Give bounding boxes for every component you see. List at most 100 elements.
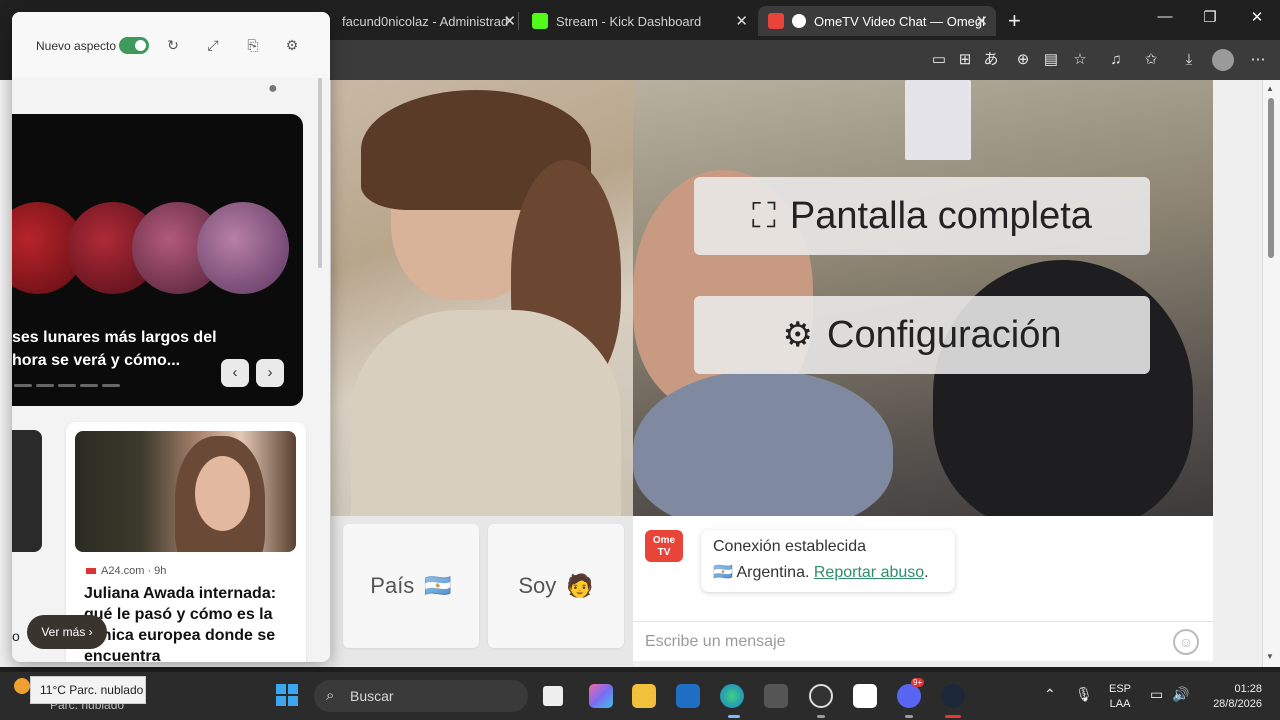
report-abuse-link[interactable]: Reportar abuso (814, 564, 924, 581)
translate-icon[interactable]: あ (981, 51, 1001, 69)
close-window-button[interactable]: ✕ (1237, 8, 1277, 26)
carousel-dot[interactable] (58, 384, 76, 387)
more-menu-icon[interactable]: ⋯ (1248, 51, 1268, 69)
source-text: A24.com · 9h (101, 565, 167, 577)
expand-icon[interactable]: ⤢ (204, 37, 222, 54)
fullscreen-button[interactable]: ⛶ Pantalla completa (694, 177, 1150, 255)
reader-icon[interactable]: ▤ (1041, 51, 1061, 69)
scroll-down-icon[interactable]: ▼ (1266, 652, 1274, 661)
profile-avatar[interactable] (1212, 49, 1234, 71)
download-icon[interactable]: ⤓ (1179, 51, 1199, 69)
user-icon[interactable]: ● (268, 80, 278, 98)
capcut-icon[interactable] (853, 684, 877, 708)
time: 01:28 (1234, 683, 1262, 695)
scroll-up-icon[interactable]: ▲ (1266, 84, 1274, 93)
country-label: País (370, 573, 415, 598)
settings-button[interactable]: ⚙ Configuración (694, 296, 1150, 374)
minimize-button[interactable]: — (1145, 8, 1185, 25)
country-name: Argentina. (736, 564, 810, 581)
prev-button[interactable]: ‹ (221, 359, 249, 387)
close-icon[interactable]: ✕ (975, 12, 988, 30)
keyboard-layout: LAA (1109, 698, 1131, 710)
file-explorer-icon[interactable] (632, 684, 656, 708)
favorites-icon[interactable]: ✩ (1141, 51, 1161, 69)
gear-icon[interactable]: ⚙ (283, 37, 301, 54)
media-icon[interactable]: ♫ (1106, 51, 1126, 69)
person-icon: 🧑 (566, 573, 594, 598)
news-sidebar: Nuevo aspecto ↻ ⤢ ⎘ ⚙ ● ses lunares más … (12, 12, 330, 662)
restore-button[interactable]: ❐ (1190, 8, 1230, 26)
page-scrollbar[interactable]: ▲ ▼ (1262, 80, 1280, 667)
tab-separator (518, 12, 519, 30)
camera-app-icon[interactable] (764, 684, 788, 708)
ver-mas-button[interactable]: Ver más › (27, 615, 107, 649)
volume-icon[interactable]: 🔊 (1172, 686, 1189, 703)
new-look-label: Nuevo aspecto (36, 39, 117, 53)
new-tab-button[interactable]: + (1004, 6, 1032, 36)
carousel-dot[interactable] (14, 384, 32, 387)
browser-toolbar: ▭ ⊞ あ ⊕ ▤ ☆ ♫ ✩ ⤓ ⋯ (330, 40, 1280, 80)
obs-icon[interactable] (809, 684, 833, 708)
tab-facund0nicolaz[interactable]: facund0nicolaz - Administrad ✕ (332, 6, 518, 36)
outlook-icon[interactable] (676, 684, 700, 708)
system-tray: ⌃ 🎙 ESP LAA ▭ 🔊 01:28 28/8/2026 (1040, 672, 1280, 720)
zoom-icon[interactable]: ⊕ (1013, 51, 1033, 69)
microphone-icon[interactable]: 🎙 (1075, 686, 1093, 703)
camera-icon[interactable]: ▭ (929, 51, 949, 69)
news-card-partial[interactable] (12, 430, 42, 552)
taskbar-search[interactable]: ⌕ Buscar (314, 680, 528, 712)
close-icon[interactable]: ✕ (503, 12, 516, 30)
start-button[interactable] (276, 684, 298, 706)
connection-status: Conexión establecida (713, 538, 866, 555)
gender-selector[interactable]: Soy 🧑 (488, 524, 624, 648)
argentina-flag-icon: 🇦🇷 (424, 573, 452, 598)
language-indicator[interactable]: ESP LAA (1109, 682, 1131, 712)
carousel-dot[interactable] (102, 384, 120, 387)
ometv-icon (768, 13, 784, 29)
recording-icon (792, 14, 806, 28)
scroll-thumb[interactable] (1268, 98, 1274, 258)
carousel-dot[interactable] (36, 384, 54, 387)
message-input[interactable] (645, 630, 1145, 654)
carousel-dot[interactable] (80, 384, 98, 387)
tab-ometv[interactable]: OmeTV Video Chat — Omegl ✕ (758, 6, 996, 36)
country-selector[interactable]: País 🇦🇷 (343, 524, 479, 648)
running-indicator (817, 715, 825, 718)
a24-logo (86, 568, 96, 575)
search-icon: ⌕ (326, 687, 335, 704)
tab-kick-dashboard[interactable]: Stream - Kick Dashboard ✕ (522, 6, 756, 36)
weather-tooltip: 11°C Parc. nublado (30, 676, 146, 704)
chevron-up-icon[interactable]: ⌃ (1044, 686, 1056, 703)
search-placeholder: Buscar (350, 688, 394, 704)
share-icon[interactable]: ⎘ (244, 37, 262, 54)
woman-face (195, 456, 250, 531)
apps-icon[interactable]: ⊞ (955, 51, 975, 69)
task-view-icon[interactable] (543, 686, 563, 706)
running-indicator (905, 715, 913, 718)
news-image (75, 431, 296, 552)
hero-card[interactable]: ses lunares más largos del hora se verá … (12, 114, 303, 406)
stranger-shirt (351, 310, 621, 516)
favorite-icon[interactable]: ☆ (1070, 51, 1090, 69)
ver-mas-label: Ver más (41, 625, 86, 639)
tab-title: Stream - Kick Dashboard (556, 13, 702, 29)
settings-label: Configuración (827, 313, 1062, 356)
emoji-icon[interactable]: ☺ (1173, 629, 1199, 655)
network-icon[interactable]: ▭ (1150, 686, 1163, 703)
news-title[interactable]: Juliana Awada internada: qué le pasó y c… (84, 583, 294, 662)
close-icon[interactable]: ✕ (735, 12, 748, 30)
clock[interactable]: 01:28 28/8/2026 (1200, 682, 1262, 712)
steam-icon[interactable] (941, 684, 965, 708)
copilot-icon[interactable] (589, 684, 613, 708)
discord-icon[interactable]: 9+ (897, 678, 925, 708)
report-end: . (924, 564, 929, 581)
active-indicator (728, 715, 740, 718)
refresh-icon[interactable]: ↻ (164, 37, 182, 54)
fullscreen-label: Pantalla completa (789, 194, 1092, 237)
notification-badge: 9+ (911, 678, 925, 687)
sidebar-scrollbar[interactable] (318, 78, 322, 268)
new-look-toggle[interactable] (119, 37, 149, 54)
taskbar: Parc. nublado ⌕ Buscar 9+ ⌃ 🎙 ESP LAA ▭ … (0, 672, 1280, 720)
edge-icon[interactable] (720, 684, 744, 708)
next-button[interactable]: › (256, 359, 284, 387)
